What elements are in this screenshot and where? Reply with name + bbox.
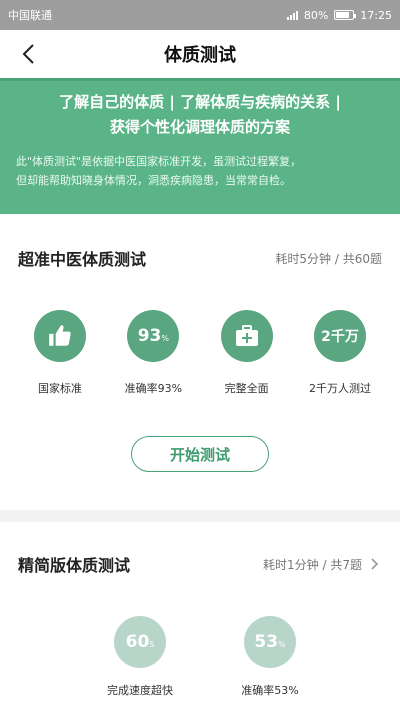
back-button[interactable] [14,40,42,68]
intro-banner: 了解自己的体质 | 了解体质与疾病的关系 | 获得个性化调理体质的方案 此"体质… [0,78,400,214]
battery-icon [334,10,357,20]
accuracy-value: 93 [137,326,162,346]
full-test-section: 超准中医体质测试 耗时5分钟 / 共60题 国家标准 93 % 准确率93% 完… [0,214,400,510]
full-test-meta: 耗时5分钟 / 共60题 [275,251,382,266]
feature-national-standard: 国家标准 [20,310,100,396]
feature-label: 准确率93% [124,382,183,395]
accuracy-unit: % [161,334,169,343]
thumbs-up-icon [34,310,86,362]
accuracy-badge: 93 % [127,310,180,362]
page-title: 体质测试 [164,45,236,66]
back-arrow-icon [22,44,34,64]
feature-label: 国家标准 [38,382,82,395]
quick-test-features: 60 S 完成速度超快 53 % 准确率53% [95,616,315,698]
banner-headline-line1: 了解自己的体质 | 了解体质与疾病的关系 | [59,93,341,111]
carrier-name: 中国联通 [8,9,52,22]
quick-test-title: 精简版体质测试 [18,556,131,575]
status-right: 80% 17:25 [286,8,392,22]
feature-accuracy: 93 % 准确率93% [113,310,193,396]
full-test-features: 国家标准 93 % 准确率93% 完整全面 2千万 2千万人测过 [20,310,380,396]
medical-kit-icon [220,310,273,362]
speed-unit: S [149,640,155,649]
status-bar: 中国联通 80% 17:25 [0,0,400,30]
title-bar: 体质测试 [0,30,400,78]
speed-value: 60 [125,632,150,652]
quick-test-section[interactable]: 精简版体质测试 耗时1分钟 / 共7题 60 S 完成速度超快 53 % 准确率… [0,522,400,711]
start-test-button[interactable]: 开始测试 [131,436,269,472]
banner-headline: 了解自己的体质 | 了解体质与疾病的关系 | 获得个性化调理体质的方案 [0,90,400,140]
quick-test-meta-wrap[interactable]: 耗时1分钟 / 共7题 [263,556,382,573]
banner-headline-line2: 获得个性化调理体质的方案 [109,118,290,136]
feature-users: 2千万 2千万人测过 [300,310,380,396]
users-value: 2千万 [321,329,359,345]
clock: 17:25 [360,8,392,22]
banner-description: 此"体质测试"是依据中医国家标准开发，虽测试过程繁复， 但却能帮助知晓身体情况，… [0,152,400,190]
full-test-title: 超准中医体质测试 [18,250,147,269]
speed-badge: 60 S [114,616,166,668]
banner-description-line1: 此"体质测试"是依据中医国家标准开发，虽测试过程繁复， [16,155,302,168]
feature-label: 完整全面 [224,382,269,395]
battery-percent: 80% [303,8,329,22]
battery-fill [336,12,350,18]
signal-icon [286,10,298,20]
quick-accuracy-value: 53 [254,632,279,652]
quick-test-meta: 耗时1分钟 / 共7题 [263,557,362,572]
section-divider [0,510,400,522]
full-test-header: 超准中医体质测试 耗时5分钟 / 共60题 [18,244,382,272]
quick-accuracy-unit: % [278,640,286,649]
quick-accuracy-badge: 53 % [244,616,296,668]
banner-description-line2: 但却能帮助知晓身体情况，洞悉疾病隐患，当常常自检。 [16,174,291,187]
feature-label: 完成速度超快 [107,684,173,697]
users-badge: 2千万 [313,310,366,362]
feature-label: 2千万人测过 [308,382,371,395]
feature-speed: 60 S 完成速度超快 [95,616,185,698]
feature-label: 准确率53% [241,684,299,697]
chevron-right-icon[interactable] [368,557,382,571]
feature-complete: 完整全面 [207,310,287,396]
feature-quick-accuracy: 53 % 准确率53% [225,616,315,698]
quick-test-header: 精简版体质测试 耗时1分钟 / 共7题 [18,550,382,578]
